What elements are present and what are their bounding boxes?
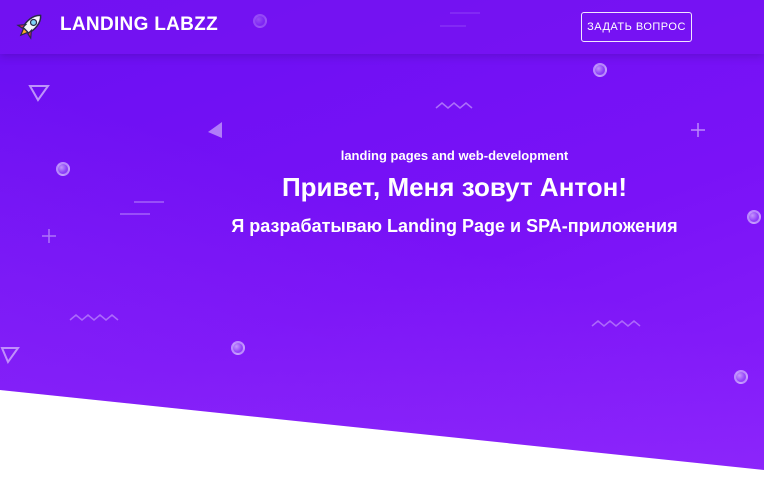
hero-headline: Привет, Меня зовут Антон! [281, 172, 628, 202]
ask-question-button[interactable]: ЗАДАТЬ ВОПРОС [581, 12, 692, 42]
hero-section: landing pages and web-development Привет… [0, 0, 764, 470]
hero-gradient-overlay [0, 0, 764, 470]
brand-name[interactable]: LANDING LABZZ [60, 14, 218, 36]
hero-tagline: Я разрабатываю Landing Page и SPA-прилож… [231, 216, 678, 236]
hero-subtitle: landing pages and web-development [340, 148, 569, 163]
circle-shape [734, 370, 748, 384]
header-bar: LANDING LABZZ ЗАДАТЬ ВОПРОС [0, 0, 764, 54]
circle-shape [231, 341, 245, 355]
rocket-icon[interactable] [12, 8, 48, 44]
circle-shape [593, 63, 607, 77]
